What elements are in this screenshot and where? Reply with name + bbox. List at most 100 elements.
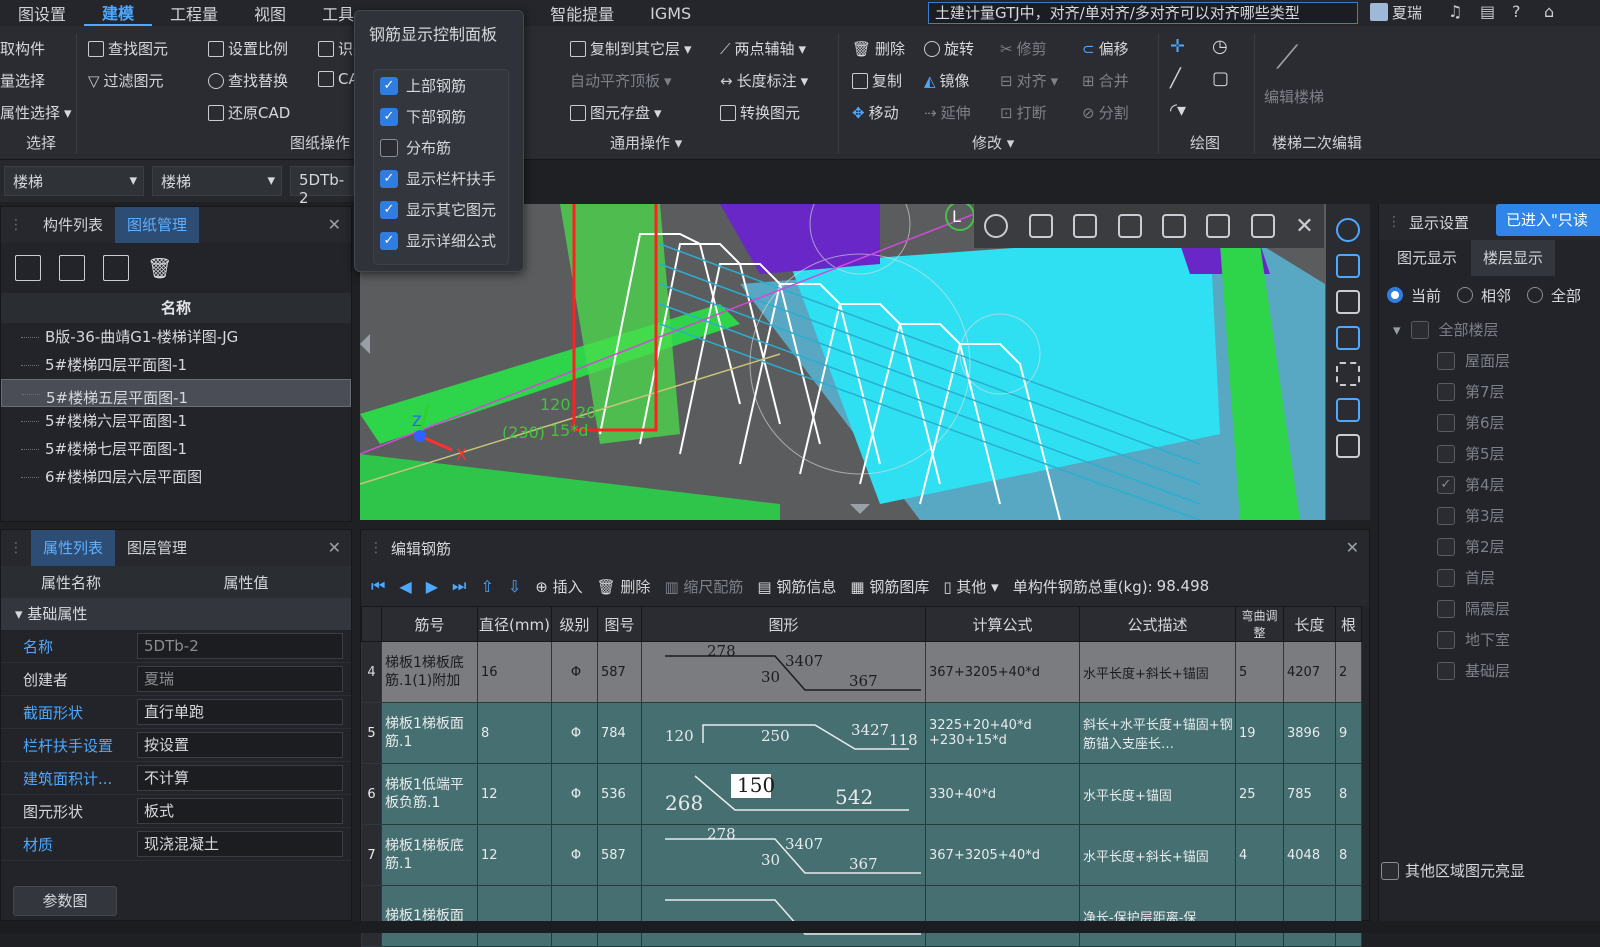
floor-row[interactable]: 第5层 (1379, 438, 1600, 469)
bar-count[interactable]: 8 (1335, 763, 1362, 825)
property-row[interactable]: 图元形状 板式 (1, 795, 351, 828)
floor-checkbox[interactable] (1437, 382, 1455, 401)
two-point-axis-button[interactable]: ⟋ 两点辅轴 ▾ (720, 38, 806, 59)
refresh-view-icon[interactable] (1117, 214, 1142, 238)
col-formula[interactable]: 计算公式 (925, 606, 1080, 642)
menu-item[interactable]: IGMS (632, 4, 709, 23)
bar-bend-adjust[interactable]: 25 (1235, 763, 1284, 825)
bar-diameter[interactable]: 12 (477, 824, 552, 886)
bar-figure-no[interactable]: 587 (597, 641, 642, 703)
cube-view-icon[interactable] (1028, 214, 1053, 238)
break-button[interactable]: ⊡ 打断 (1000, 102, 1047, 123)
bar-grade[interactable]: Φ (551, 702, 598, 764)
last-icon[interactable]: ⏭ (452, 576, 466, 596)
property-row[interactable]: 建筑面积计... 不计算 (1, 762, 351, 795)
save-element-button[interactable]: 图元存盘 ▾ (570, 102, 662, 123)
delete-button[interactable]: 🗑 删除 (597, 576, 651, 597)
tab-layer-manager[interactable]: 图层管理 (115, 530, 199, 566)
next-icon[interactable]: ▶ (426, 577, 438, 596)
col-shape[interactable]: 图形 (641, 606, 926, 642)
col-diameter[interactable]: 直径(mm) (477, 606, 552, 642)
bar-figure-no[interactable]: 587 (597, 824, 642, 886)
checkbox[interactable]: ✓ (380, 200, 398, 219)
floor-row[interactable]: 第3层 (1379, 500, 1600, 531)
bar-name[interactable]: 梯板1梯板面 (381, 885, 478, 947)
trash-icon[interactable]: 🗑 (147, 256, 172, 280)
rebar-info-button[interactable]: ▤ 钢筋信息 (757, 576, 836, 597)
trim-button[interactable]: ✂ 修剪 (1000, 38, 1047, 59)
floor-checkbox[interactable] (1437, 599, 1455, 618)
batch-select-button[interactable]: 量选择 (0, 70, 45, 91)
bar-name[interactable]: 梯板1低端平板负筋.1 (381, 763, 478, 825)
floor-row[interactable]: ✓ 第4层 (1379, 469, 1600, 500)
row-index[interactable] (361, 885, 382, 947)
list-item[interactable]: 5#楼梯六层平面图-1 (1, 407, 351, 435)
property-group[interactable]: ▾ 基础属性 (1, 598, 351, 630)
shirt-icon[interactable]: ⌂ (1544, 2, 1554, 21)
fit-view-icon[interactable] (1336, 362, 1360, 386)
bar-name[interactable]: 梯板1梯板面筋.1 (381, 702, 478, 764)
add-drawing-icon[interactable] (15, 255, 41, 281)
person-view-icon[interactable] (984, 214, 1009, 238)
other-button[interactable]: ▯ 其他 ▾ (943, 576, 998, 597)
bar-bend-adjust[interactable]: 5 (1235, 641, 1284, 703)
confirm-view-icon[interactable] (1161, 214, 1186, 238)
row-index[interactable]: 4 (361, 641, 382, 703)
floor-checkbox[interactable] (1437, 444, 1455, 463)
bar-bend-adjust[interactable]: 19 (1235, 702, 1284, 764)
attr-select-button[interactable]: 属性选择 ▾ (0, 102, 72, 123)
pick-component-button[interactable]: 取构件 (0, 38, 45, 59)
property-value[interactable]: 按设置 (137, 732, 343, 758)
bar-count[interactable]: 9 (1335, 702, 1362, 764)
floor-row[interactable]: 第6层 (1379, 407, 1600, 438)
move-down-icon[interactable]: ⇩ (508, 577, 521, 596)
row-index[interactable]: 7 (361, 824, 382, 886)
col-bar-no[interactable]: 筋号 (381, 606, 478, 642)
highlight-other-checkbox[interactable] (1381, 861, 1399, 880)
align-button[interactable]: ⊟ 对齐 ▾ (1000, 70, 1058, 91)
checkbox[interactable] (380, 138, 398, 157)
bar-formula[interactable]: 367+3205+40*d (925, 824, 1080, 886)
checkbox[interactable]: ✓ (380, 169, 398, 188)
property-row[interactable]: 截面形状 直行单跑 (1, 696, 351, 729)
bar-diameter[interactable]: 8 (477, 702, 552, 764)
floor-checkbox[interactable] (1437, 630, 1455, 649)
col-formula-desc[interactable]: 公式描述 (1079, 606, 1236, 642)
point-icon[interactable]: ✛ (1170, 36, 1185, 57)
component-select[interactable]: 5DTb-2 (290, 166, 354, 207)
rotate-button[interactable]: 旋转 (924, 38, 974, 59)
find-replace-button[interactable]: 查找替换 (208, 70, 288, 91)
headset-icon[interactable]: ♫ (1448, 2, 1462, 21)
set-scale-button[interactable]: 设置比例 (208, 38, 288, 59)
rebar-option-row[interactable]: ✓ 显示详细公式 (374, 225, 508, 256)
bar-bend-adjust[interactable]: 4 (1235, 824, 1284, 886)
row-index[interactable]: 5 (361, 702, 382, 764)
bar-formula-desc[interactable]: 斜长+水平长度+锚固+钢筋锚入支座长… (1079, 702, 1236, 764)
tab-drawing-manager[interactable]: 图纸管理 (115, 207, 200, 243)
close-icon[interactable]: ✕ (328, 215, 341, 234)
bar-diameter[interactable]: 12 (477, 763, 552, 825)
floor-checkbox[interactable] (1437, 351, 1455, 370)
floor-checkbox[interactable] (1437, 506, 1455, 525)
bar-name[interactable]: 梯板1梯板底筋.1(1)附加 (381, 641, 478, 703)
bar-formula-desc[interactable]: 净长-保护层距离-保 (1079, 885, 1236, 947)
tab-component-list[interactable]: 构件列表 (31, 207, 115, 243)
tab-element-display[interactable]: 图元显示 (1385, 240, 1469, 276)
bar-diameter[interactable] (477, 885, 552, 947)
floor-row[interactable]: 隔震层 (1379, 593, 1600, 624)
floor-row[interactable]: 屋面层 (1379, 345, 1600, 376)
drag-handle-icon[interactable]: ⋮ (1, 540, 31, 556)
all-floors-checkbox[interactable] (1410, 320, 1429, 339)
menu-item[interactable]: 智能提量 (532, 1, 632, 25)
mirror-button[interactable]: ◭ 镜像 (924, 70, 970, 91)
bar-grade[interactable]: Φ (551, 641, 598, 703)
bar-formula[interactable]: 330+40*d (925, 763, 1080, 825)
bar-bend-adjust[interactable] (1235, 885, 1284, 947)
floor-checkbox[interactable] (1437, 413, 1455, 432)
rebar-option-row[interactable]: ✓ 显示栏杆扶手 (374, 163, 508, 194)
menu-item[interactable]: 图设置 (0, 1, 84, 25)
length-dim-button[interactable]: ↔ 长度标注 ▾ (720, 70, 808, 91)
scale-rebar-button[interactable]: ▥ 缩尺配筋 (664, 576, 743, 597)
bar-formula-desc[interactable]: 水平长度+斜长+锚固 (1079, 824, 1236, 886)
all-floors-row[interactable]: ▾ 全部楼层 (1379, 314, 1600, 345)
